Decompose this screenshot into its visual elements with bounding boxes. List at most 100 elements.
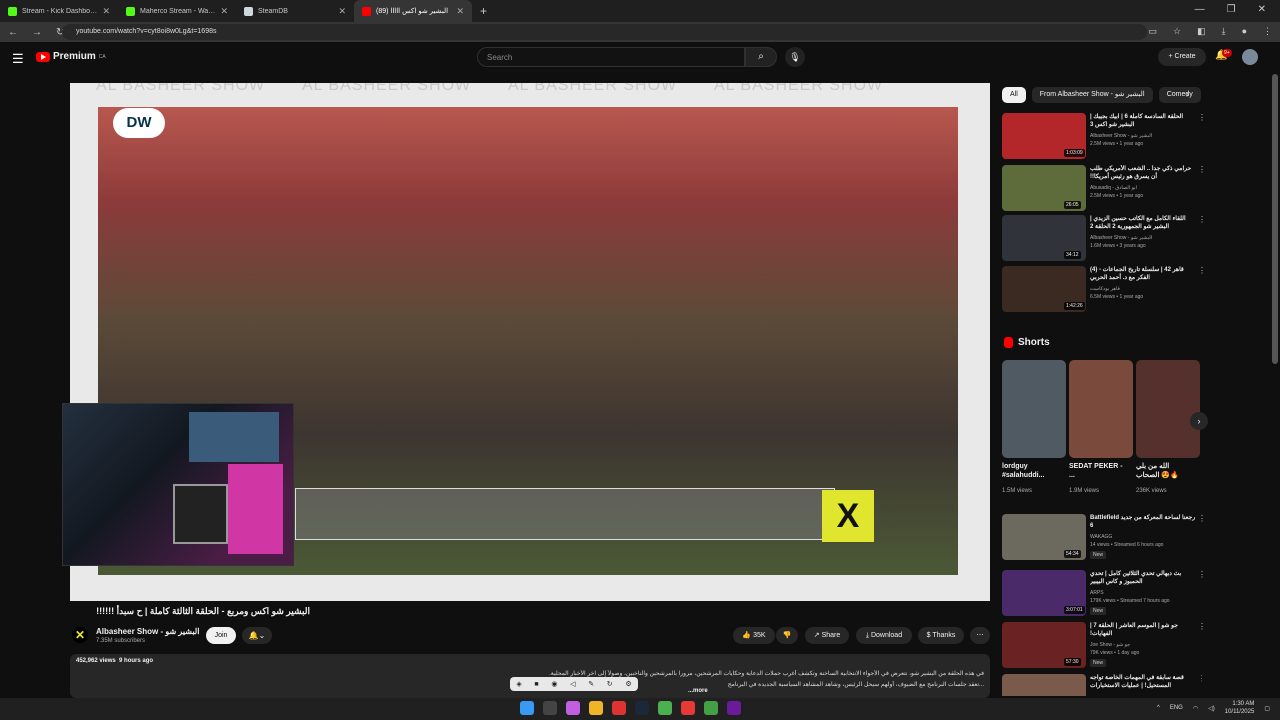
record-icon[interactable]: ■	[534, 681, 538, 688]
channel-avatar[interactable]: ✕	[72, 627, 88, 643]
rec-title[interactable]: جو شو | الموسم العاشر | الحلقة 7 | الفها…	[1090, 622, 1196, 638]
create-button[interactable]: + Create	[1158, 48, 1206, 66]
more-options-icon[interactable]: ⋮	[1198, 622, 1206, 631]
clock[interactable]: 1:30 AM 10/11/2025	[1225, 700, 1255, 716]
recommendation-item[interactable]: 1:42:26 قاهر 42 | سلسلة تاريخ الجماعات -…	[1002, 266, 1206, 312]
short-title[interactable]: lordguy #salahuddi...	[1002, 462, 1060, 480]
shorts-next-icon[interactable]: ›	[1190, 412, 1208, 430]
close-window-button[interactable]: ✕	[1258, 4, 1266, 15]
channel-name[interactable]: Albasheer Show - البشير شو	[96, 627, 199, 636]
rec-title[interactable]: اللقاء الكامل مع الكاتب حسين الزيدي | ال…	[1090, 215, 1196, 231]
short-title[interactable]: الله من بلي الصحاب 😍🔥	[1136, 462, 1194, 480]
tab-close-icon[interactable]: ✕	[456, 6, 464, 17]
extensions-icon[interactable]: ◧	[1197, 26, 1206, 37]
more-options-icon[interactable]: ⋮	[1198, 113, 1206, 122]
volume-icon[interactable]: ◁)	[1208, 705, 1215, 712]
rec-channel[interactable]: Albasheer Show - البشير شو	[1090, 133, 1152, 139]
lang-indicator[interactable]: ENG	[1170, 705, 1183, 711]
more-options-icon[interactable]: ⋮	[1198, 266, 1206, 275]
like-button[interactable]: 👍 35K	[733, 627, 775, 644]
short-thumbnail[interactable]	[1069, 360, 1133, 458]
search-icon[interactable]: ⌕	[745, 47, 777, 67]
download-button[interactable]: ⤓ Download	[856, 627, 912, 644]
rec-title[interactable]: رجعنا لساحة المعركة من جديد Battlefield …	[1090, 514, 1196, 530]
bookmark-star-icon[interactable]: ☆	[1173, 26, 1181, 37]
rec-title[interactable]: حرامي ذكي جداً .. الشعب الأمريكي طلب أن …	[1090, 165, 1196, 181]
more-actions-button[interactable]: ⋯	[970, 627, 990, 644]
rec-channel[interactable]: Abusadiq - ابو الصادق	[1090, 185, 1137, 191]
video-thumbnail[interactable]	[1002, 674, 1086, 696]
chrome-icon[interactable]	[658, 701, 672, 715]
windows-start-icon[interactable]	[520, 701, 534, 715]
rec-channel[interactable]: WAKAGG	[1090, 534, 1112, 540]
search-icon[interactable]	[543, 701, 557, 715]
microphone-icon[interactable]: 🎙	[785, 47, 805, 67]
dislike-button[interactable]: 👎	[776, 627, 798, 644]
cast-icon[interactable]: ▭	[1148, 26, 1157, 37]
recommendation-item[interactable]: 1:03:09 الحلقة السادسة كاملة 6 | ابيك بج…	[1002, 113, 1206, 159]
more-options-icon[interactable]: ⋮	[1198, 215, 1206, 224]
rec-title[interactable]: بث دبهالي تحدي الثلاثين كامل | تحدي الحم…	[1090, 570, 1196, 586]
wifi-icon[interactable]: ◠	[1193, 705, 1198, 712]
rec-title[interactable]: قصة سابقة في المهمات الخاصة تواجه المستح…	[1090, 674, 1196, 690]
file-explorer-icon[interactable]	[589, 701, 603, 715]
youtube-premium-logo[interactable]: Premium CA	[36, 51, 106, 62]
description-box[interactable]: 452,962 views 9 hours ago في هذه الحلقة …	[70, 654, 990, 698]
rec-title[interactable]: الحلقة السادسة كاملة 6 | ابيك بجيبك | ال…	[1090, 113, 1196, 129]
short-thumbnail[interactable]	[1002, 360, 1066, 458]
account-avatar[interactable]	[1242, 49, 1258, 65]
rec-channel[interactable]: ARPS	[1090, 590, 1104, 596]
chip-all[interactable]: All	[1002, 87, 1026, 103]
more-options-icon[interactable]: ⋮	[1198, 514, 1206, 523]
browser-tab-steamdb[interactable]: SteamDB ✕	[236, 0, 354, 22]
tab-close-icon[interactable]: ✕	[102, 6, 110, 17]
rec-channel[interactable]: Albasheer Show - البشير شو	[1090, 235, 1152, 241]
more-options-icon[interactable]: ⋮	[1198, 165, 1206, 174]
rec-title[interactable]: قاهر 42 | سلسلة تاريخ الجماعات - (4) الف…	[1090, 266, 1196, 282]
more-options-icon[interactable]: ⋮	[1198, 570, 1206, 579]
chevron-right-icon[interactable]: ›	[1186, 89, 1189, 99]
short-title[interactable]: SEDAT PEKER - ...	[1069, 462, 1127, 480]
recommendation-item[interactable]: 54:34 رجعنا لساحة المعركة من جديد Battle…	[1002, 514, 1206, 560]
address-bar[interactable]: youtube.com/watch?v=cyt8oi8w0Lg&t=1698s	[62, 24, 1147, 40]
download-icon[interactable]: ⤓	[1222, 26, 1226, 37]
recommendation-item[interactable]: 57:30 جو شو | الموسم العاشر | الحلقة 7 |…	[1002, 622, 1206, 668]
search-input[interactable]: Search	[477, 47, 745, 67]
obs-icon[interactable]	[727, 701, 741, 715]
browser-menu-icon[interactable]: ⋮	[1263, 26, 1272, 37]
audio-icon[interactable]: ◁	[570, 680, 575, 688]
more-options-icon[interactable]: ⋮	[1198, 674, 1202, 683]
recommendation-item[interactable]: 3:07:01 بث دبهالي تحدي الثلاثين كامل | ت…	[1002, 570, 1206, 616]
hamburger-menu-icon[interactable]: ☰	[12, 51, 24, 67]
steam-icon[interactable]	[635, 701, 649, 715]
tab-close-icon[interactable]: ✕	[338, 6, 346, 17]
forward-arrow-icon[interactable]: →	[32, 27, 42, 38]
shield-icon[interactable]: ◈	[516, 680, 521, 688]
copilot-icon[interactable]	[566, 701, 580, 715]
redo-icon[interactable]: ↻	[607, 680, 613, 688]
share-button[interactable]: ↗ Share	[805, 627, 849, 644]
page-scrollbar[interactable]	[1272, 74, 1278, 364]
thanks-button[interactable]: $ Thanks	[918, 627, 964, 644]
browser-tab-kick-dashboard[interactable]: Stream - Kick Dashboard ✕	[0, 0, 118, 22]
minimize-button[interactable]: —	[1195, 4, 1205, 15]
back-arrow-icon[interactable]: ←	[8, 27, 18, 38]
app-icon[interactable]	[612, 701, 626, 715]
short-thumbnail[interactable]	[1136, 360, 1200, 458]
profile-icon[interactable]: ●	[1242, 26, 1247, 37]
app-icon[interactable]	[681, 701, 695, 715]
rec-channel[interactable]: Joe Show - جو شو	[1090, 642, 1130, 648]
chip-comedy[interactable]: Comedy	[1158, 87, 1201, 103]
recommendation-item[interactable]: 34:12 اللقاء الكامل مع الكاتب حسين الزيد…	[1002, 215, 1206, 261]
chrome-icon[interactable]	[704, 701, 718, 715]
camera-icon[interactable]: ◉	[551, 680, 557, 688]
browser-tab-youtube[interactable]: (89) البشير شو اكس ااااا ✕	[354, 0, 472, 22]
subscription-bell-button[interactable]: 🔔⌄	[242, 627, 272, 644]
rec-channel[interactable]: قاهر بودكاست	[1090, 286, 1120, 292]
recommendation-item[interactable]: 26:05 حرامي ذكي جداً .. الشعب الأمريكي ط…	[1002, 165, 1206, 211]
new-tab-button[interactable]: +	[472, 4, 495, 18]
notification-icon[interactable]: ▢	[1264, 705, 1270, 712]
recommendation-item[interactable]: قصة سابقة في المهمات الخاصة تواجه المستح…	[1002, 674, 1202, 696]
tab-close-icon[interactable]: ✕	[220, 6, 228, 17]
show-more-link[interactable]: ...more	[688, 688, 708, 694]
